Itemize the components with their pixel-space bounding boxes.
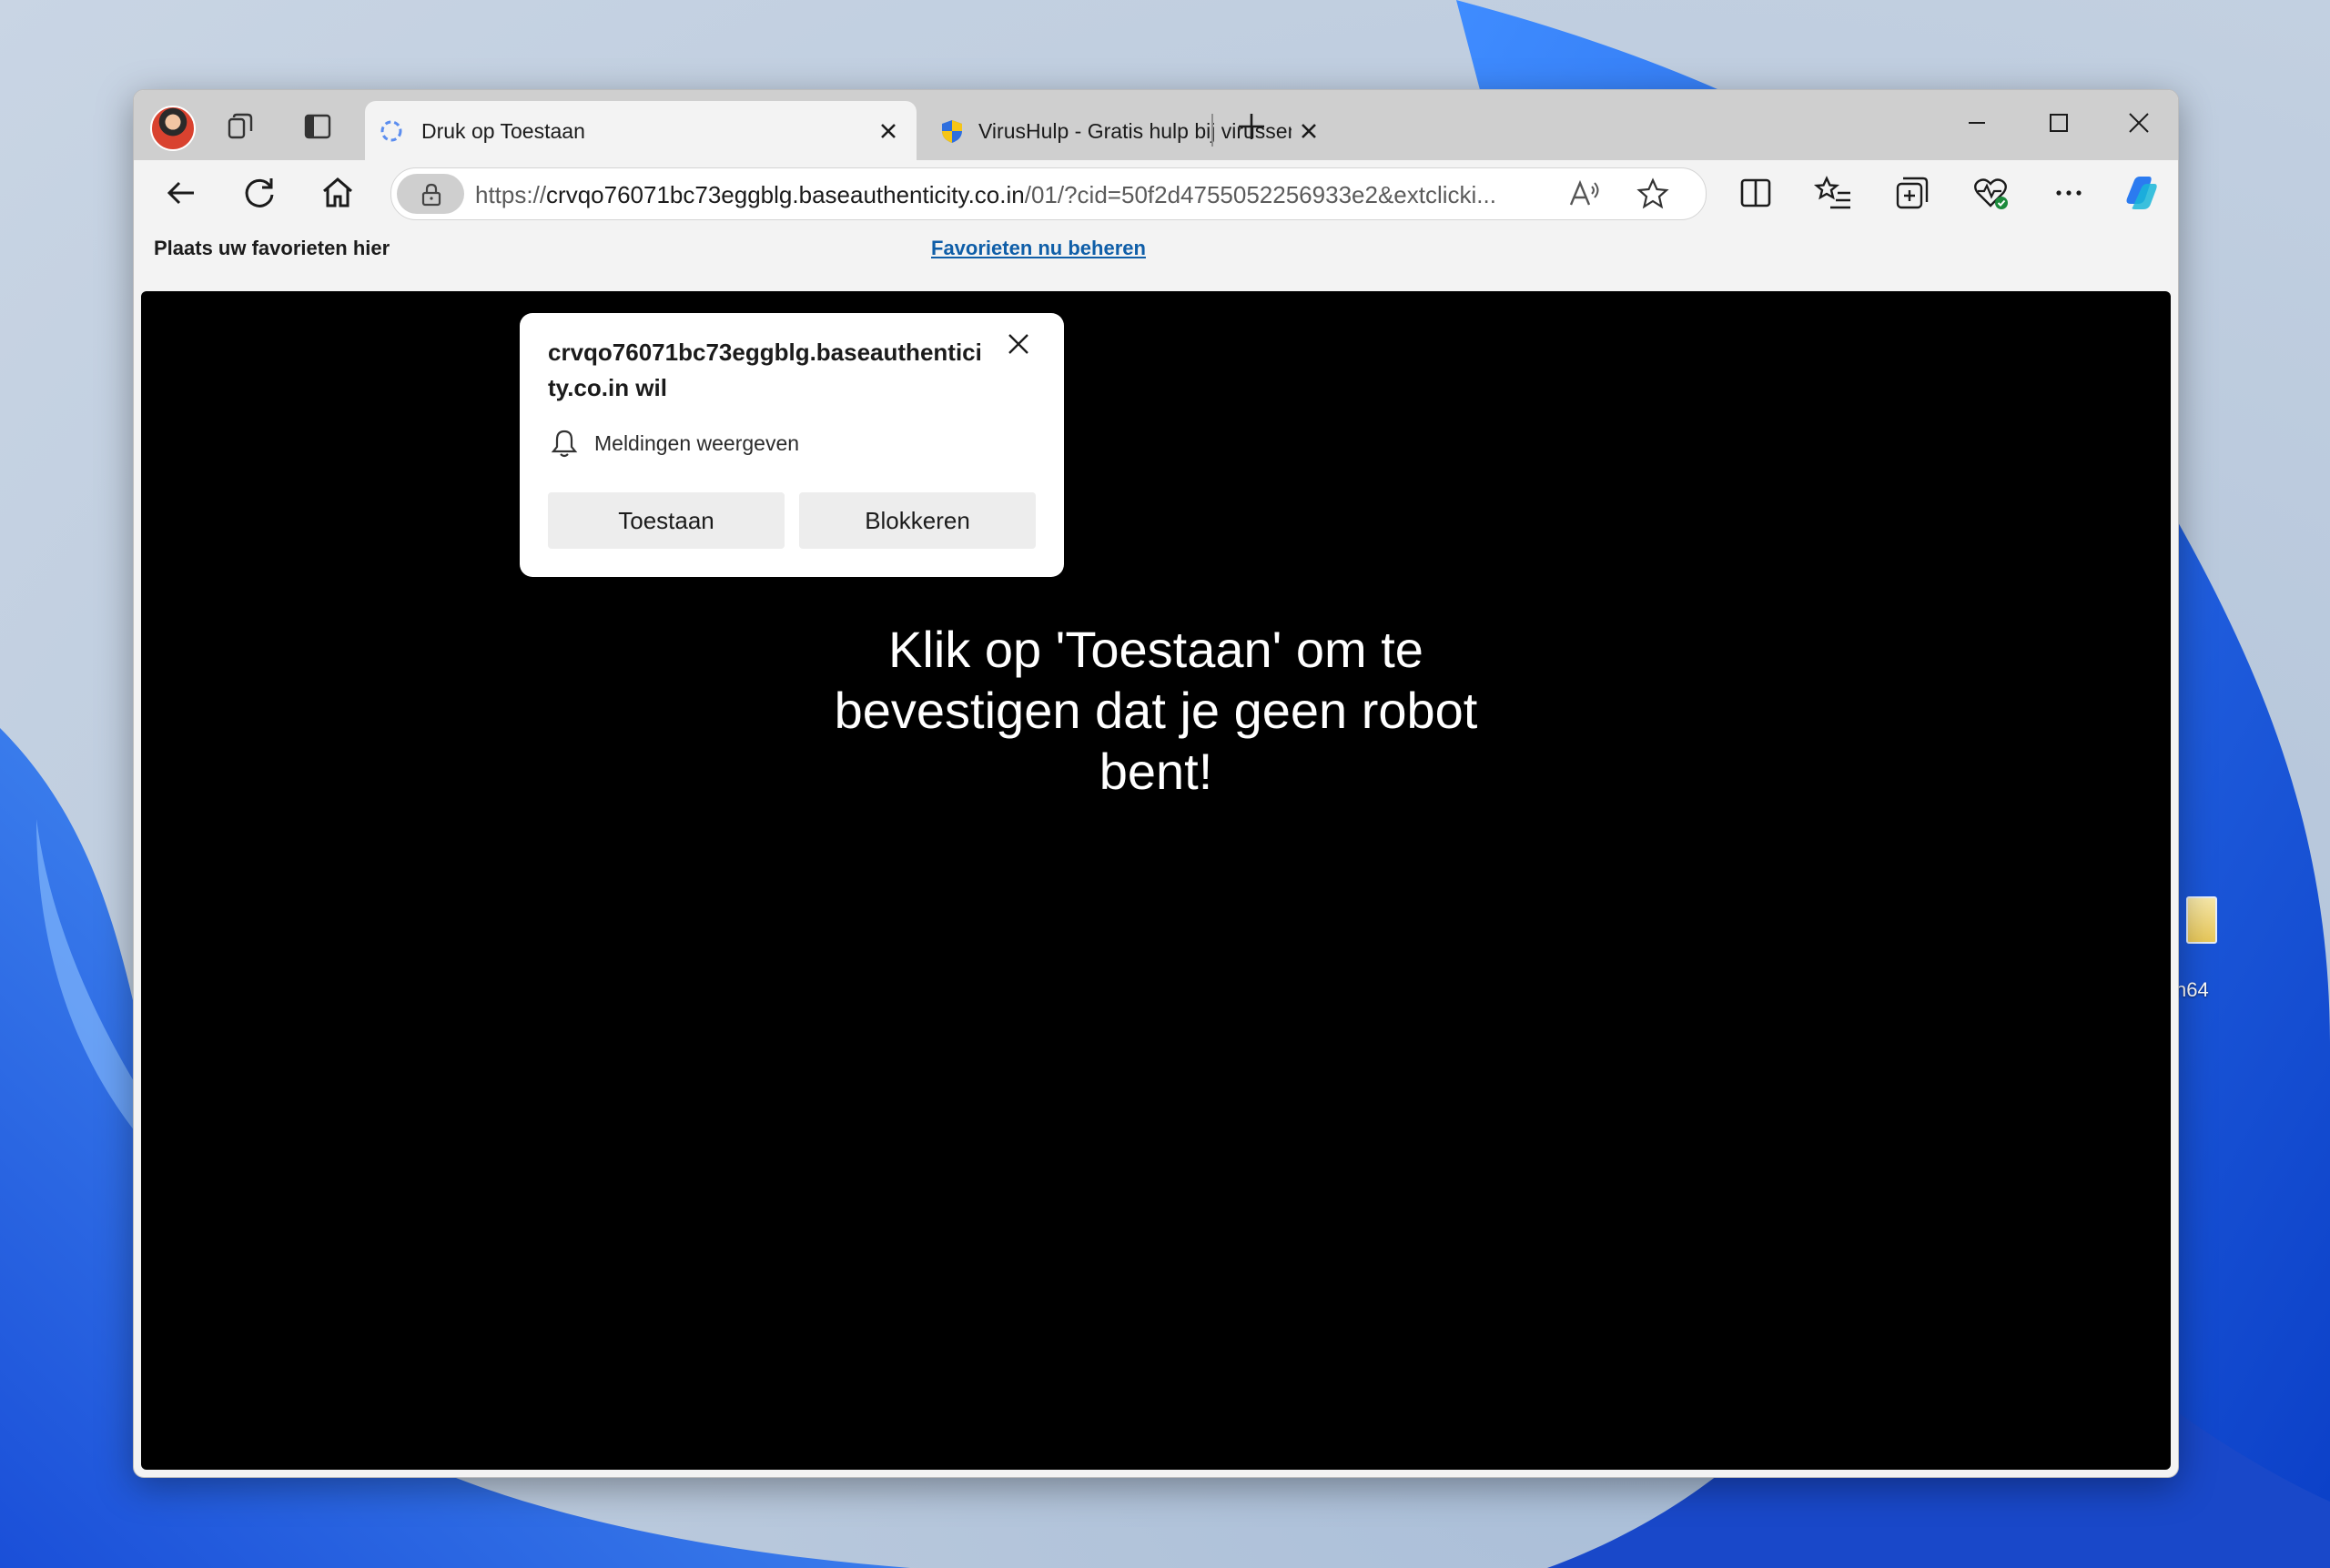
tab-close-icon[interactable]	[875, 117, 902, 145]
favorites-bar: Plaats uw favorieten hier Favorieten nu …	[134, 226, 2178, 269]
url-path: /01/?cid=50f2d4755052256933e2&extclicki.…	[1024, 181, 1496, 208]
url-text[interactable]: https://crvqo76071bc73eggblg.baseauthent…	[475, 181, 1549, 209]
maximize-icon[interactable]	[2036, 105, 2082, 141]
page-content: Klik op 'Toestaan' om te bevestigen dat …	[141, 291, 2171, 1470]
more-options-icon[interactable]	[2047, 171, 2091, 215]
tab-title: Druk op Toestaan	[421, 119, 585, 143]
tab-close-icon[interactable]	[1295, 117, 1322, 145]
desktop-shortcut-label: n64	[2175, 978, 2209, 1001]
manage-favorites-link[interactable]: Favorieten nu beheren	[931, 237, 1146, 260]
browser-window: Druk op Toestaan VirusHulp - Gratis hulp…	[133, 89, 2179, 1478]
captcha-message: Klik op 'Toestaan' om te bevestigen dat …	[834, 621, 1478, 800]
url-host: crvqo76071bc73eggblg.baseauthenticity.co…	[546, 181, 1025, 208]
tab-actions-icon[interactable]	[298, 106, 338, 147]
notification-permission-popup: crvqo76071bc73eggblg.baseauthenticity.co…	[520, 313, 1064, 577]
favorite-star-icon[interactable]	[1635, 176, 1671, 212]
new-tab-icon[interactable]	[1231, 106, 1271, 147]
site-info-button[interactable]	[397, 174, 464, 214]
minimize-icon[interactable]	[1954, 105, 2000, 141]
window-close-icon[interactable]	[2116, 105, 2162, 141]
tab-separator	[1211, 114, 1213, 147]
collections-icon[interactable]	[1890, 171, 1934, 215]
browser-essentials-icon[interactable]	[1969, 171, 2012, 215]
workspaces-icon[interactable]	[221, 106, 261, 147]
popup-close-icon[interactable]	[1002, 328, 1035, 360]
lock-icon	[421, 183, 441, 207]
tab-druk-op-toestaan[interactable]: Druk op Toestaan	[365, 101, 917, 160]
browser-toolbar: https://crvqo76071bc73eggblg.baseauthent…	[134, 160, 2178, 226]
bell-icon	[551, 430, 578, 458]
profile-avatar[interactable]	[150, 106, 196, 151]
shield-favicon	[942, 120, 962, 143]
favorites-bar-hint: Plaats uw favorieten hier	[154, 237, 390, 259]
address-bar[interactable]: https://crvqo76071bc73eggblg.baseauthent…	[390, 167, 1707, 220]
tab-strip: Druk op Toestaan VirusHulp - Gratis hulp…	[134, 90, 2178, 160]
spinner-favicon	[380, 120, 402, 142]
popup-title: crvqo76071bc73eggblg.baseauthenticity.co…	[548, 339, 982, 401]
refresh-icon[interactable]	[238, 171, 281, 215]
home-icon[interactable]	[316, 171, 360, 215]
favorites-list-icon[interactable]	[1812, 171, 1856, 215]
back-arrow-icon[interactable]	[159, 171, 203, 215]
permission-label: Meldingen weergeven	[594, 431, 800, 455]
read-aloud-icon[interactable]	[1565, 176, 1602, 212]
copilot-icon[interactable]	[2118, 171, 2162, 215]
split-screen-icon[interactable]	[1734, 171, 1778, 215]
file-icon	[2186, 896, 2217, 944]
url-scheme: https://	[475, 181, 547, 208]
block-button[interactable]: Blokkeren	[799, 492, 1036, 549]
allow-button[interactable]: Toestaan	[548, 492, 785, 549]
